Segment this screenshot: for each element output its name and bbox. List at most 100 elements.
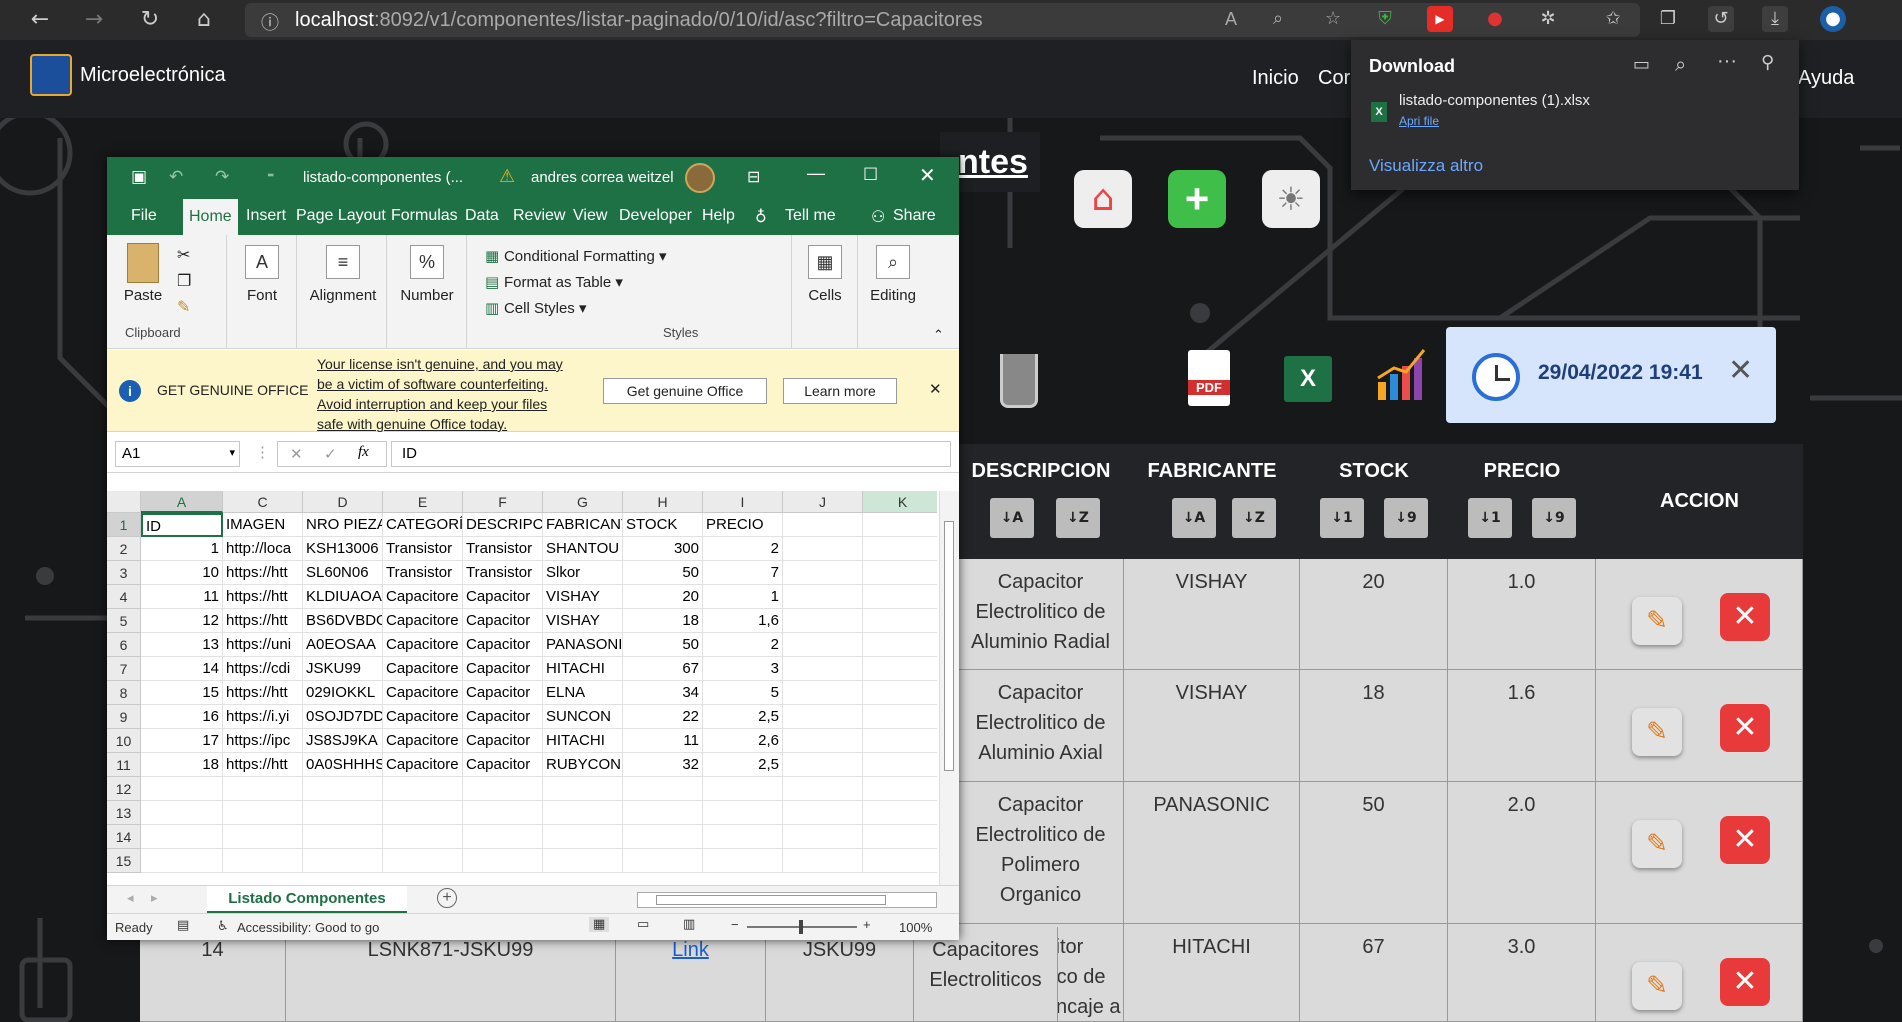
zoom-slider-thumb[interactable] bbox=[799, 920, 803, 934]
add-sheet-icon[interactable]: + bbox=[437, 888, 457, 908]
grid-cell[interactable] bbox=[543, 777, 623, 801]
grid-cell[interactable]: 50 bbox=[623, 561, 703, 585]
grid-cell[interactable]: 300 bbox=[623, 537, 703, 561]
grid-cell[interactable] bbox=[783, 657, 863, 681]
notice-message[interactable]: Your license isn't genuine, and you may … bbox=[317, 354, 563, 434]
grid-cell[interactable] bbox=[463, 849, 543, 873]
grid-cell[interactable] bbox=[383, 849, 463, 873]
grid-cell[interactable]: CATEGORÍA bbox=[383, 513, 463, 537]
grid-cell[interactable]: Capacitore bbox=[383, 753, 463, 777]
grid-cell[interactable]: 11 bbox=[623, 729, 703, 753]
grid-cell[interactable]: 67 bbox=[623, 657, 703, 681]
row-header[interactable]: 9 bbox=[107, 705, 141, 729]
grid-cell[interactable]: 10 bbox=[141, 561, 223, 585]
see-more-link[interactable]: Visualizza altro bbox=[1369, 156, 1483, 176]
grid-cell[interactable]: NRO PIEZA bbox=[303, 513, 383, 537]
extension-icon[interactable]: ● bbox=[1482, 6, 1508, 32]
grid-cell[interactable]: SUNCON bbox=[543, 705, 623, 729]
share-icon[interactable]: ⚇ bbox=[871, 207, 885, 226]
sheet-tab[interactable]: Listado Componentes bbox=[207, 886, 407, 914]
enter-icon[interactable]: ✓ bbox=[324, 445, 337, 463]
grid-cell[interactable]: 14 bbox=[141, 657, 223, 681]
grid-cell[interactable] bbox=[783, 753, 863, 777]
grid-cell[interactable] bbox=[863, 753, 937, 777]
vertical-scrollbar[interactable] bbox=[939, 491, 959, 885]
grid-cell[interactable]: A0EOSAA bbox=[303, 633, 383, 657]
excel-user-name[interactable]: andres correa weitzel bbox=[531, 169, 674, 186]
collapse-ribbon-icon[interactable]: ⌃ bbox=[933, 327, 944, 343]
grid-cell[interactable] bbox=[303, 825, 383, 849]
zoom-level[interactable]: 100% bbox=[899, 920, 932, 935]
row-header[interactable]: 5 bbox=[107, 609, 141, 633]
row-header[interactable]: 12 bbox=[107, 777, 141, 801]
row-header[interactable]: 6 bbox=[107, 633, 141, 657]
grid-cell[interactable] bbox=[783, 705, 863, 729]
maximize-icon[interactable]: ☐ bbox=[863, 165, 878, 185]
function-icon[interactable]: fx bbox=[358, 444, 369, 461]
grid-cell[interactable] bbox=[783, 729, 863, 753]
cancel-icon[interactable]: ✕ bbox=[290, 445, 303, 463]
grid-cell[interactable]: SHANTOU bbox=[543, 537, 623, 561]
column-header[interactable]: C bbox=[223, 491, 303, 513]
row-header[interactable]: 7 bbox=[107, 657, 141, 681]
grid-cell[interactable]: Capacitor bbox=[463, 585, 543, 609]
grid-cell[interactable]: Transistor bbox=[463, 537, 543, 561]
select-all-corner[interactable] bbox=[107, 491, 141, 513]
grid-cell[interactable]: https://ipc bbox=[223, 729, 303, 753]
grid-cell[interactable]: Transistor bbox=[383, 537, 463, 561]
grid-cell[interactable]: https://htt bbox=[223, 609, 303, 633]
grid-cell[interactable] bbox=[463, 801, 543, 825]
grid-cell[interactable]: PANASONI bbox=[543, 633, 623, 657]
grid-cell[interactable]: 15 bbox=[141, 681, 223, 705]
pdf-export-button[interactable]: PDF bbox=[1188, 350, 1230, 406]
grid-cell[interactable] bbox=[783, 825, 863, 849]
delete-button[interactable]: ✕ bbox=[1720, 704, 1770, 752]
grid-cell[interactable]: VISHAY bbox=[543, 609, 623, 633]
row-header[interactable]: 14 bbox=[107, 825, 141, 849]
row-header[interactable]: 8 bbox=[107, 681, 141, 705]
font-button[interactable]: A Font bbox=[239, 245, 285, 304]
grid-cell[interactable] bbox=[623, 777, 703, 801]
row-header[interactable]: 10 bbox=[107, 729, 141, 753]
grid-cell[interactable]: 2 bbox=[703, 537, 783, 561]
grid-cell[interactable]: https://htt bbox=[223, 561, 303, 585]
grid-cell[interactable] bbox=[543, 801, 623, 825]
column-header[interactable]: J bbox=[783, 491, 863, 513]
chart-report-button[interactable] bbox=[1376, 344, 1428, 402]
grid-cell[interactable] bbox=[863, 825, 937, 849]
youtube-extension-icon[interactable]: ▶ bbox=[1427, 6, 1453, 32]
favorites-icon[interactable]: ✩ bbox=[1600, 6, 1626, 32]
reload-icon[interactable]: ↻ bbox=[136, 6, 164, 34]
tab-file[interactable]: File bbox=[131, 207, 157, 225]
grid-cell[interactable]: JSKU99 bbox=[303, 657, 383, 681]
row-header[interactable]: 11 bbox=[107, 753, 141, 777]
grid-cell[interactable] bbox=[223, 801, 303, 825]
zoom-in-icon[interactable]: + bbox=[863, 917, 871, 932]
grid-cell[interactable]: Capacitor bbox=[463, 681, 543, 705]
formula-input[interactable]: ID bbox=[391, 441, 951, 467]
grid-cell[interactable] bbox=[141, 777, 223, 801]
tab-help[interactable]: Help bbox=[702, 207, 735, 225]
grid-cell[interactable] bbox=[863, 801, 937, 825]
grid-cell[interactable]: RUBYCON bbox=[543, 753, 623, 777]
sort-asc-button[interactable]: ↓A bbox=[1172, 498, 1216, 538]
name-box[interactable]: A1 ▾ bbox=[115, 441, 240, 467]
grid-cell[interactable]: https://htt bbox=[223, 753, 303, 777]
grid-cell[interactable]: http://loca bbox=[223, 537, 303, 561]
get-genuine-office-button[interactable]: Get genuine Office bbox=[603, 378, 767, 404]
recycle-bin-icon[interactable] bbox=[1000, 354, 1038, 408]
grid-cell[interactable]: 18 bbox=[141, 753, 223, 777]
home-button[interactable]: ⌂ bbox=[1074, 170, 1132, 228]
grid-cell[interactable]: 3 bbox=[703, 657, 783, 681]
prev-sheet-icon[interactable]: ◂ bbox=[127, 890, 134, 906]
grid-cell[interactable] bbox=[783, 537, 863, 561]
grid-cell[interactable]: https://htt bbox=[223, 585, 303, 609]
close-notice-icon[interactable]: ✕ bbox=[929, 380, 942, 398]
back-icon[interactable]: ← bbox=[26, 6, 54, 34]
grid-cell[interactable]: 20 bbox=[623, 585, 703, 609]
grid-cell[interactable]: 0A0SHHHS bbox=[303, 753, 383, 777]
grid-cell[interactable]: ID bbox=[141, 513, 223, 537]
sort-desc-button[interactable]: ↓9 bbox=[1532, 498, 1576, 538]
edit-button[interactable]: ✎ bbox=[1632, 820, 1682, 868]
conditional-formatting-button[interactable]: ▦ Conditional Formatting ▾ bbox=[485, 247, 667, 265]
